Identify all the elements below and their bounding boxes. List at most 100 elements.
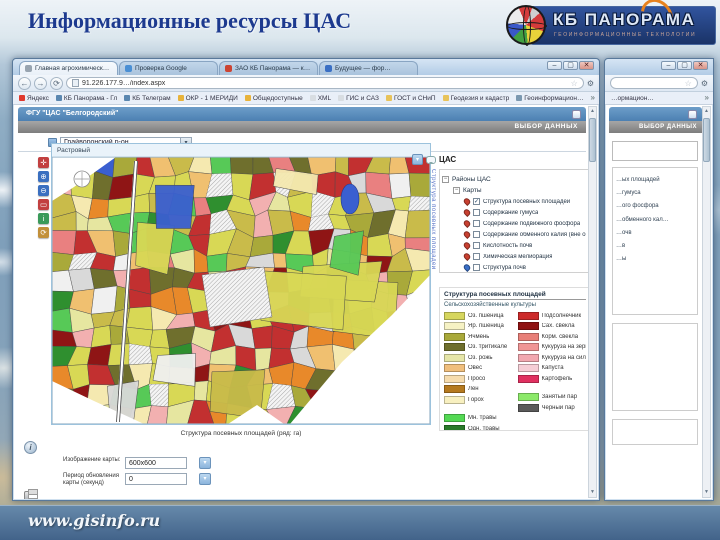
input-cropped[interactable] xyxy=(612,419,698,445)
page-scrollbar[interactable]: ▲ ▼ xyxy=(702,106,711,498)
bookmark-star-icon[interactable]: ☆ xyxy=(571,79,578,88)
layer-checkbox[interactable] xyxy=(473,264,480,271)
window-titlebar[interactable]: – ▢ ✕ xyxy=(605,59,713,75)
close-button[interactable]: ✕ xyxy=(693,61,708,70)
map-tool-icon[interactable]: ⊖ xyxy=(38,185,49,196)
layer-label[interactable]: Содержание обменного калия (вне обсл.) xyxy=(483,232,586,238)
form-input[interactable]: 0 xyxy=(125,473,187,485)
header-help-icon[interactable] xyxy=(688,109,697,119)
forward-button[interactable]: → xyxy=(34,76,47,90)
browser-tab[interactable]: Проверка Google xyxy=(119,61,218,75)
cadastral-map[interactable] xyxy=(52,157,430,424)
bookmark-item[interactable]: КБ Телеграм xyxy=(124,95,171,102)
scroll-down-icon[interactable]: ▼ xyxy=(590,488,595,497)
page-scrollbar[interactable]: ▲ ▼ xyxy=(588,106,597,498)
data-select-bar[interactable]: ВЫБОР ДАННЫХ xyxy=(18,121,586,133)
bookmark-item[interactable]: Общедоступные xyxy=(244,95,303,102)
form-input[interactable]: 600x600 xyxy=(125,457,187,469)
tooltip-balloon-icon[interactable] xyxy=(426,155,436,164)
settings-wrench-icon[interactable]: ⚙ xyxy=(701,79,708,88)
collapse-panel-button[interactable]: ▾ xyxy=(412,154,423,165)
map-tool-icon[interactable]: ⟳ xyxy=(38,227,49,238)
bookmark-label: ОКР - 1 МЕРИДИ xyxy=(185,94,238,102)
legend-label: Мн. травы xyxy=(468,415,497,422)
address-bar[interactable]: 91.226.177.9…/index.aspx ☆ xyxy=(66,77,584,89)
map-tool-icon[interactable]: ▭ xyxy=(38,199,49,210)
header-help-icon[interactable] xyxy=(572,109,581,119)
bookmark-label: XML xyxy=(317,94,332,102)
legend-label: Горох xyxy=(468,396,484,403)
bookmark-item[interactable]: ГИС и САЗ xyxy=(338,95,379,102)
bookmark-item[interactable]: ОКР - 1 МЕРИДИ xyxy=(177,94,238,102)
layer-checkbox[interactable] xyxy=(473,220,480,227)
web-page: ФГУ "ЦАС "Белгородский" ВЫБОР ДАННЫХ Гра… xyxy=(14,105,598,499)
scrollbar-thumb[interactable] xyxy=(703,118,710,162)
layer-checkbox[interactable] xyxy=(473,198,480,205)
form-dropdown-button[interactable]: ▾ xyxy=(199,473,211,485)
map-tool-icon[interactable]: ✛ xyxy=(38,157,49,168)
address-bar[interactable]: ☆ xyxy=(610,77,698,89)
data-select-bar[interactable]: ВЫБОР ДАННЫХ xyxy=(609,121,702,133)
layer-checkbox[interactable] xyxy=(473,231,480,238)
maximize-button[interactable]: ▢ xyxy=(677,61,692,70)
map-layer-tab[interactable]: Растровый xyxy=(52,144,430,157)
browser-tab[interactable]: Главная агрохимическ… xyxy=(19,61,118,75)
bookmark-label: ГИС и САЗ xyxy=(346,94,379,102)
form-dropdown-button[interactable]: ▾ xyxy=(199,457,211,469)
legend-swatch xyxy=(517,403,539,412)
layer-pin-icon xyxy=(462,207,472,218)
layer-checkbox[interactable] xyxy=(473,209,480,216)
legend-label: Оз. рожь xyxy=(468,354,493,361)
browser-toolbar: ☆ ⚙ xyxy=(605,75,713,92)
bookmark-label: Геодезия и кадастр xyxy=(450,94,510,102)
maximize-button[interactable]: ▢ xyxy=(563,61,578,70)
bookmarks-overflow-chevron[interactable]: » xyxy=(591,93,595,102)
map-tool-icon[interactable]: i xyxy=(38,213,49,224)
layer-item: Содержание подвижного фосфора xyxy=(442,218,586,229)
bookmark-item[interactable]: Геоинформацион… xyxy=(516,95,583,102)
bookmark-item[interactable]: Геодезия и кадастр xyxy=(442,94,510,102)
layer-label[interactable]: Содержание гумуса xyxy=(483,210,538,216)
map-settings-form: Изображение карты: 600x600 ▾ Период обно… xyxy=(63,457,211,491)
printer-icon[interactable] xyxy=(24,489,38,499)
legend-row: Мн. травы xyxy=(444,413,513,424)
layer-label[interactable]: Структура почв xyxy=(483,265,526,271)
bookmarks-overflow-chevron[interactable]: » xyxy=(705,93,709,102)
bookmark-item[interactable]: Яндекс xyxy=(19,95,49,102)
text-input[interactable] xyxy=(612,141,698,161)
minimize-button[interactable]: – xyxy=(661,61,676,70)
layer-checkbox[interactable] xyxy=(473,242,480,249)
back-button[interactable]: ← xyxy=(18,76,31,90)
bookmark-item[interactable]: ГОСТ и СНиП xyxy=(385,95,436,102)
scroll-down-icon[interactable]: ▼ xyxy=(704,488,709,497)
bookmark-star-icon[interactable]: ☆ xyxy=(685,79,692,88)
bookmark-item[interactable]: XML xyxy=(309,94,332,102)
browser-tab[interactable]: Будущее — фор… xyxy=(319,61,418,75)
browser-tab[interactable]: ЗАО КБ Панорама — ка… xyxy=(219,61,318,75)
bookmark-item[interactable]: КБ Панорама - Гл xyxy=(55,95,117,102)
close-button[interactable]: ✕ xyxy=(579,61,594,70)
scrollbar-thumb[interactable] xyxy=(589,118,596,162)
tree-collapse-icon[interactable]: − xyxy=(442,176,449,183)
layer-label[interactable]: Кислотность почв xyxy=(483,243,532,249)
tree-collapse-icon[interactable]: − xyxy=(453,187,460,194)
bookmark-item[interactable]: …ормацион… xyxy=(611,95,654,102)
window-titlebar[interactable]: Главная агрохимическ… Проверка Google ЗА… xyxy=(13,59,599,75)
scroll-up-icon[interactable]: ▲ xyxy=(704,107,709,116)
tree-root[interactable]: − Районы ЦАС xyxy=(442,174,586,185)
layer-label[interactable]: Химическая мелиорация xyxy=(483,254,552,260)
layer-checkbox[interactable] xyxy=(473,253,480,260)
minimize-button[interactable]: – xyxy=(547,61,562,70)
legend-label: Овес xyxy=(468,365,483,372)
info-button[interactable]: i xyxy=(24,441,37,454)
legend-label: Просо xyxy=(468,375,486,382)
scroll-up-icon[interactable]: ▲ xyxy=(590,107,595,116)
map-tool-icon[interactable]: ⊕ xyxy=(38,171,49,182)
layer-label[interactable]: Структура посевных площадей xyxy=(483,199,570,205)
reload-button[interactable]: ⟳ xyxy=(50,76,63,90)
legend-label: Кукуруза на сил. xyxy=(541,354,587,361)
tree-group[interactable]: − Карты xyxy=(442,185,586,196)
layer-pin-icon xyxy=(462,240,472,251)
layer-label[interactable]: Содержание подвижного фосфора xyxy=(483,221,580,227)
settings-wrench-icon[interactable]: ⚙ xyxy=(587,79,594,88)
